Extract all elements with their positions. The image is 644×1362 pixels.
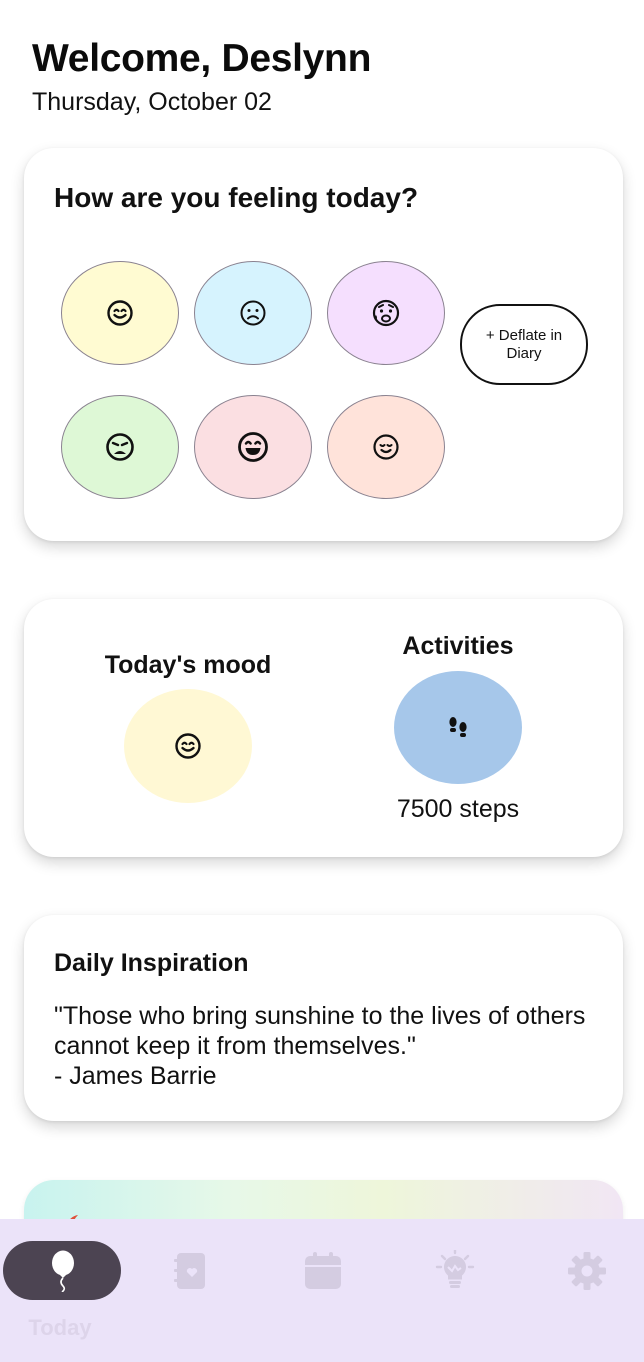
mood-excited-button[interactable] <box>194 395 312 499</box>
todays-mood-display[interactable] <box>124 689 252 803</box>
mood-happy-button[interactable] <box>61 261 179 365</box>
bottom-navigation: Today <box>0 1219 644 1362</box>
nav-item-today[interactable] <box>3 1241 123 1301</box>
today-summary-card: Today's mood Activities 7500 steps <box>24 599 623 857</box>
grin-icon <box>238 432 268 462</box>
activities-title: Activities <box>402 632 514 660</box>
content-face-icon <box>373 434 399 460</box>
frown-icon <box>240 300 266 326</box>
anxious-face-icon <box>372 299 400 327</box>
mood-tired-button[interactable] <box>61 395 179 499</box>
inspiration-author: - James Barrie <box>54 1062 217 1090</box>
smile-icon <box>175 733 201 759</box>
inspiration-quote: "Those who bring sunshine to the lives o… <box>54 1002 586 1060</box>
feeling-card: How are you feeling today? + Deflate in … <box>24 148 623 541</box>
journal-icon <box>174 1253 205 1289</box>
nav-item-settings[interactable] <box>527 1241 644 1301</box>
weary-face-icon <box>106 433 134 461</box>
todays-mood-title: Today's mood <box>104 651 272 679</box>
footprints-icon <box>449 716 467 737</box>
deflate-in-diary-button[interactable]: + Deflate in Diary <box>460 304 588 385</box>
deflate-label: + Deflate in Diary <box>485 326 563 362</box>
gear-icon <box>568 1252 606 1290</box>
inspiration-title: Daily Inspiration <box>54 949 249 977</box>
activities-display[interactable] <box>394 671 522 784</box>
lightbulb-icon <box>435 1250 475 1288</box>
nav-item-calendar[interactable] <box>263 1241 383 1301</box>
nav-item-diary[interactable] <box>131 1241 251 1301</box>
nav-item-insights[interactable] <box>395 1241 515 1301</box>
mood-content-button[interactable] <box>327 395 445 499</box>
steps-count: 7500 steps <box>396 795 520 823</box>
current-date: Thursday, October 02 <box>32 88 272 116</box>
feeling-question: How are you feeling today? <box>54 182 419 213</box>
nav-label-today: Today <box>28 1315 92 1340</box>
welcome-title: Welcome, Deslynn <box>32 37 372 80</box>
mood-sad-button[interactable] <box>194 261 312 365</box>
smile-icon <box>107 300 133 326</box>
balloon-icon <box>52 1250 74 1292</box>
greeting-header: Welcome, Deslynn Thursday, October 02 <box>32 36 371 117</box>
daily-inspiration-card: Daily Inspiration "Those who bring sunsh… <box>24 915 623 1121</box>
calendar-icon <box>305 1252 341 1289</box>
mood-anxious-button[interactable] <box>327 261 445 365</box>
